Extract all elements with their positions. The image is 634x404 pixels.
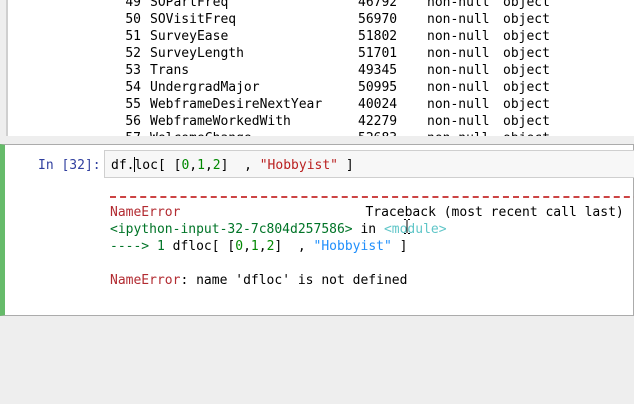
traceback-code: , xyxy=(258,239,267,254)
row-index: 57 xyxy=(119,130,141,136)
traceback-location: <ipython-input-32-7c804d257586> in <modu… xyxy=(110,222,447,237)
code-token: loc[ [ xyxy=(134,158,182,173)
row-dtype: object xyxy=(503,97,550,112)
row-nullness: non-null xyxy=(427,97,490,112)
row-index: 53 xyxy=(125,63,141,78)
row-dtype: object xyxy=(503,12,550,27)
row-dtype: object xyxy=(503,130,550,136)
row-count: 42279 xyxy=(358,114,398,129)
row-index: 56 xyxy=(125,114,141,129)
traceback-header: NameError Traceback (most recent call las… xyxy=(110,205,624,220)
error-message: NameError: name 'dfloc' is not defined xyxy=(110,273,407,288)
input-prompt: In [32]: xyxy=(38,158,101,173)
error-message-text: : name 'dfloc' is not defined xyxy=(180,273,408,288)
code-input-area[interactable]: df.loc[ [0,1,2] , "Hobbyist" ] xyxy=(104,150,634,178)
traceback-code: , xyxy=(243,239,251,254)
row-count: 52683 xyxy=(358,130,397,136)
row-nullness: non-null xyxy=(427,63,490,78)
output-left-edge xyxy=(6,0,8,136)
row-count: 50995 xyxy=(358,80,398,95)
row-column: SOVisitFreq xyxy=(150,12,237,27)
row-dtype: object xyxy=(503,29,550,44)
traceback-number: 0 xyxy=(235,239,244,254)
row-count: 46792 xyxy=(358,0,398,10)
traceback-in: in xyxy=(352,222,384,237)
code-token: , xyxy=(189,158,198,173)
code-cell-32[interactable]: In [32]: df.loc[ [0,1,2] , "Hobbyist" ] … xyxy=(0,144,634,316)
error-name: NameError xyxy=(110,205,181,220)
row-nullness: non-null xyxy=(427,29,490,44)
code-token: ] , xyxy=(220,158,260,173)
row-index: 49 xyxy=(125,0,141,10)
row-index: 50 xyxy=(125,12,141,27)
row-column: UndergradMajor xyxy=(150,80,260,95)
row-nullness: non-null xyxy=(427,114,490,129)
traceback-file: <ipython-input-32-7c804d257586> xyxy=(110,222,353,237)
row-dtype: object xyxy=(503,114,550,129)
traceback-label: Traceback (most recent call last) xyxy=(365,205,624,220)
traceback-string: "Hobbyist" xyxy=(313,239,392,254)
code-number: 1 xyxy=(197,158,205,173)
row-dtype: object xyxy=(503,0,550,10)
row-dtype: object xyxy=(503,46,550,61)
row-nullness: non-null xyxy=(427,0,490,10)
row-column: SOPartFreq xyxy=(150,0,229,10)
traceback-arrow: ----> 1 xyxy=(110,239,173,254)
code-string: "Hobbyist" xyxy=(259,158,339,173)
row-index: 51 xyxy=(125,29,141,44)
traceback-module: <module> xyxy=(383,222,447,237)
row-count: 40024 xyxy=(358,97,398,112)
traceback-divider xyxy=(110,196,634,198)
code-number: 2 xyxy=(212,158,221,173)
row-count: 51802 xyxy=(358,29,398,44)
code-token: df. xyxy=(111,158,135,173)
row-column: WelcomeChange xyxy=(150,130,252,136)
row-nullness: non-null xyxy=(427,46,490,61)
row-count: 49345 xyxy=(358,63,398,78)
code-line-1[interactable]: df.loc[ [0,1,2] , "Hobbyist" ] xyxy=(111,157,354,173)
traceback-number: 1 xyxy=(250,239,259,254)
row-column: SurveyEase xyxy=(150,29,229,44)
row-index: 54 xyxy=(125,80,141,95)
row-nullness: non-null xyxy=(427,80,490,95)
traceback-code: dfloc[ [ xyxy=(172,239,236,254)
error-message-name: NameError xyxy=(110,273,181,288)
row-index: 55 xyxy=(125,97,141,112)
row-dtype: object xyxy=(503,63,550,78)
row-column: WebframeDesireNextYear xyxy=(150,97,323,112)
traceback-code: ] , xyxy=(274,239,314,254)
code-token: , xyxy=(204,158,213,173)
previous-output-area: 49 SOPartFreq 46792 non-null object 50 SOVisit… xyxy=(6,0,634,136)
row-column: SurveyLength xyxy=(150,46,244,61)
ibeam-cursor-icon xyxy=(404,219,410,234)
row-nullness: non-null xyxy=(427,12,490,27)
traceback-code-line: ----> 1 dfloc[ [0,1,2] , "Hobbyist" ] xyxy=(110,239,407,254)
row-nullness: non-null xyxy=(427,130,490,136)
row-column: Trans xyxy=(150,63,190,78)
row-count: 56970 xyxy=(358,12,398,27)
row-count: 51701 xyxy=(358,46,398,61)
code-token: ] xyxy=(338,158,354,173)
row-column: WebframeWorkedWith xyxy=(150,114,291,129)
traceback-code: ] xyxy=(391,239,408,254)
row-index: 52 xyxy=(125,46,141,61)
row-dtype: object xyxy=(503,80,550,95)
